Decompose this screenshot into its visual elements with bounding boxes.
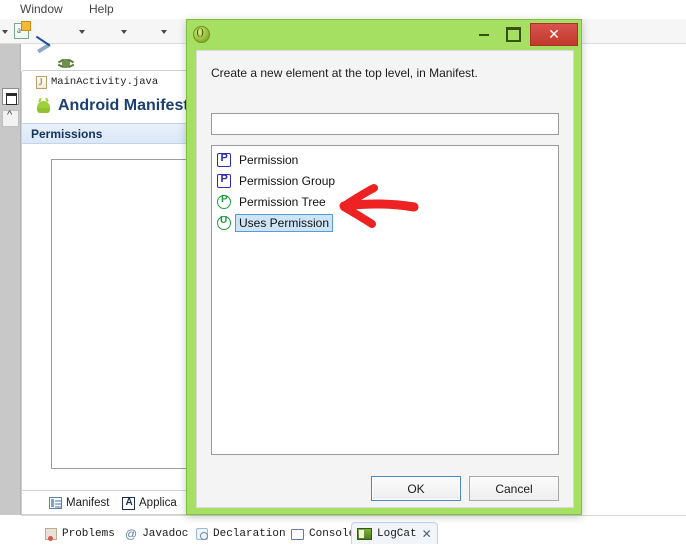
restore-view-icon[interactable] bbox=[2, 88, 19, 105]
menu-item-window[interactable]: Window bbox=[20, 2, 63, 16]
console-icon bbox=[291, 528, 304, 540]
uses-permission-circle-icon bbox=[217, 215, 231, 230]
minimize-icon[interactable] bbox=[471, 24, 497, 45]
form-tab-application[interactable]: Applica bbox=[122, 494, 177, 512]
view-tab-console-label: Console bbox=[309, 528, 356, 540]
manifest-icon bbox=[49, 497, 62, 509]
close-icon[interactable]: ✕ bbox=[530, 23, 578, 46]
java-file-icon bbox=[36, 75, 47, 89]
android-icon bbox=[36, 97, 51, 113]
form-tab-application-label: Applica bbox=[139, 497, 177, 509]
chevron-down-icon[interactable] bbox=[79, 30, 85, 34]
logcat-icon bbox=[357, 527, 372, 540]
declaration-icon bbox=[196, 528, 208, 540]
dialog-title-bar[interactable]: ✕ bbox=[187, 20, 581, 50]
permission-circle-icon bbox=[217, 194, 231, 209]
dialog-body: Create a new element at the top level, i… bbox=[196, 50, 574, 508]
list-item-permission[interactable]: Permission bbox=[215, 149, 304, 170]
problems-icon bbox=[45, 528, 57, 541]
chevron-down-icon[interactable] bbox=[161, 30, 167, 34]
list-item-permission-group[interactable]: Permission Group bbox=[215, 170, 341, 191]
ok-button[interactable]: OK bbox=[371, 476, 461, 501]
maximize-icon[interactable] bbox=[501, 24, 525, 45]
permission-square-icon bbox=[217, 173, 231, 188]
at-icon: @ bbox=[125, 527, 138, 541]
chevron-down-icon[interactable] bbox=[121, 30, 127, 34]
screen-root: Window Help MainActivity.java bbox=[0, 0, 686, 549]
view-tab-declaration-label: Declaration bbox=[213, 528, 286, 540]
menu-item-help[interactable]: Help bbox=[89, 2, 114, 16]
view-tab-javadoc[interactable]: @ Javadoc bbox=[125, 525, 188, 543]
cancel-button[interactable]: Cancel bbox=[469, 476, 559, 501]
application-icon bbox=[122, 496, 135, 510]
list-item-label: Permission Group bbox=[239, 173, 336, 188]
view-tab-logcat-label: LogCat bbox=[377, 527, 417, 540]
form-tab-manifest-label: Manifest bbox=[66, 497, 110, 509]
debug-bug-icon[interactable] bbox=[57, 55, 75, 71]
page-title-label: Android Manifest bbox=[58, 97, 189, 114]
editor-tab-mainactivity[interactable]: MainActivity.java bbox=[36, 73, 158, 91]
element-type-list[interactable]: Permission Permission Group Permission T… bbox=[211, 145, 559, 455]
page-title: Android Manifest bbox=[36, 97, 189, 115]
view-tab-problems[interactable]: Problems bbox=[45, 525, 115, 543]
list-item-uses-permission[interactable]: Uses Permission bbox=[215, 212, 335, 233]
new-element-dialog: ✕ Create a new element at the top level,… bbox=[186, 19, 582, 515]
pen-strike-icon[interactable] bbox=[36, 39, 52, 55]
permission-square-icon bbox=[217, 152, 231, 167]
chevron-down-icon[interactable] bbox=[2, 30, 8, 34]
tab-permissions[interactable]: Permissions bbox=[31, 127, 102, 141]
view-tab-problems-label: Problems bbox=[62, 528, 115, 540]
form-tab-manifest[interactable]: Manifest bbox=[49, 494, 109, 512]
dialog-message: Create a new element at the top level, i… bbox=[211, 66, 478, 80]
list-item-permission-tree[interactable]: Permission Tree bbox=[215, 191, 332, 212]
chevron-up-icon[interactable] bbox=[2, 109, 19, 127]
view-tab-javadoc-label: Javadoc bbox=[142, 528, 189, 540]
filter-input[interactable] bbox=[211, 113, 559, 135]
views-tab-bar: Problems @ Javadoc Declaration Console L… bbox=[21, 515, 686, 549]
view-tab-console[interactable]: Console bbox=[291, 525, 355, 543]
close-icon[interactable]: ✕ bbox=[422, 527, 432, 541]
minimized-view-bar bbox=[0, 44, 21, 515]
new-android-file-icon[interactable] bbox=[14, 21, 31, 39]
editor-tab-label: MainActivity.java bbox=[51, 76, 159, 88]
list-item-label: Permission Tree bbox=[239, 194, 326, 209]
menu-bar: Window Help bbox=[0, 0, 686, 19]
view-tab-declaration[interactable]: Declaration bbox=[196, 525, 286, 543]
list-item-label: Uses Permission bbox=[235, 213, 334, 232]
eclipse-new-element-icon bbox=[193, 26, 210, 43]
view-tab-logcat[interactable]: LogCat ✕ bbox=[351, 522, 438, 544]
list-item-label: Permission bbox=[239, 152, 299, 167]
